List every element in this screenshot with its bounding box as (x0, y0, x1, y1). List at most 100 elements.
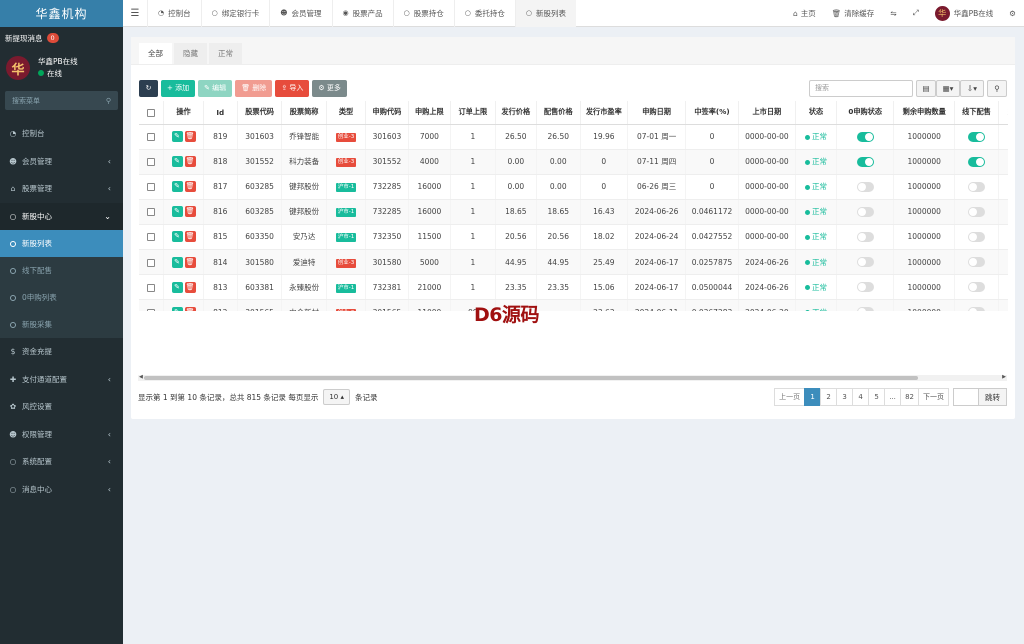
column-header[interactable]: 订单上限 (450, 101, 496, 125)
zero-sub-toggle[interactable] (856, 131, 874, 142)
delete-icon[interactable]: 🗑 (184, 206, 196, 218)
sidebar-item[interactable]: ○ 新股中心 ⌄ (0, 202, 123, 230)
advanced-search-icon[interactable]: ⚲ (987, 79, 1007, 97)
scroll-left-icon[interactable]: ◀ (139, 374, 143, 380)
row-checkbox[interactable] (147, 308, 156, 311)
fullscreen-icon[interactable]: ⤢ (905, 8, 927, 18)
delete-icon[interactable]: 🗑 (184, 281, 196, 293)
sidebar-search-input[interactable]: 搜索菜单 ⚲ (5, 91, 118, 110)
column-header[interactable]: 股票代码 (237, 101, 283, 125)
zero-sub-toggle[interactable] (856, 307, 874, 311)
top-tab[interactable]: ○ 委托持仓 (453, 0, 515, 27)
select-all-header[interactable] (139, 101, 165, 125)
delete-icon[interactable]: 🗑 (184, 131, 196, 143)
column-header[interactable]: 剩余申购数量 (893, 101, 956, 125)
edit-icon[interactable]: ✎ (171, 156, 183, 168)
sidebar-item[interactable]: ○ 消息中心 ‹ (0, 476, 123, 504)
more-button[interactable]: ⚙ 更多 (312, 79, 347, 97)
page-button[interactable]: 3 (836, 388, 854, 406)
offline-toggle[interactable] (967, 257, 985, 268)
delete-icon[interactable]: 🗑 (184, 181, 196, 193)
edit-icon[interactable]: ✎ (171, 281, 183, 293)
top-tab[interactable]: ○ 新股列表 (514, 0, 576, 27)
row-select-cell[interactable] (139, 199, 165, 225)
jump-button[interactable]: 跳转 (978, 388, 1007, 406)
row-select-cell[interactable] (139, 174, 165, 200)
top-tab[interactable]: ○ 绑定银行卡 (200, 0, 270, 27)
top-tab[interactable]: ☻ 会员管理 (269, 0, 331, 27)
scroll-thumb[interactable] (144, 376, 918, 380)
export-icon[interactable]: ⇩▾ (960, 79, 984, 97)
delete-icon[interactable]: 🗑 (184, 256, 196, 268)
tab-all[interactable]: 全部 (139, 43, 172, 64)
sidebar-subitem[interactable]: 线下配售 (0, 257, 123, 284)
horizontal-scrollbar[interactable]: ◀ ▶ (138, 374, 1007, 381)
column-header[interactable]: 申购代码 (365, 101, 409, 125)
column-header[interactable]: 申购上限 (408, 101, 452, 125)
zero-sub-toggle[interactable] (856, 156, 874, 167)
edit-icon[interactable]: ✎ (171, 181, 183, 193)
columns-icon[interactable]: ▦▾ (936, 79, 960, 97)
toggle-view-icon[interactable]: ▤ (916, 79, 936, 97)
row-select-cell[interactable] (139, 274, 165, 301)
row-select-cell[interactable] (139, 124, 165, 150)
column-header[interactable]: 剩余配售数量 (998, 101, 1008, 125)
sidebar-item[interactable]: ⌂ 股票管理 ‹ (0, 175, 123, 203)
tab-hidden[interactable]: 隐藏 (174, 43, 207, 64)
page-button[interactable]: 82 (900, 388, 919, 406)
page-size-select[interactable]: 10 ▴ (323, 389, 350, 405)
column-header[interactable]: 发行市盈率 (580, 101, 629, 125)
sidebar-item[interactable]: ◔ 控制台 (0, 120, 123, 148)
offline-toggle[interactable] (967, 231, 985, 242)
column-header[interactable]: 申购日期 (627, 101, 687, 125)
tab-normal[interactable]: 正常 (209, 43, 242, 64)
top-tab[interactable]: ◔ 控制台 (147, 0, 201, 27)
offline-toggle[interactable] (967, 131, 985, 142)
column-header[interactable]: Id (203, 101, 238, 125)
column-header[interactable]: 配售价格 (536, 101, 581, 125)
zero-sub-toggle[interactable] (856, 206, 874, 217)
row-checkbox[interactable] (147, 158, 156, 167)
menu-toggle-icon[interactable]: ☰ (123, 8, 147, 19)
page-button[interactable]: 2 (820, 388, 838, 406)
sidebar-item[interactable]: ✚ 支付通道配置 ‹ (0, 366, 123, 394)
home-link[interactable]: ⌂ 主页 (785, 8, 824, 19)
table-search-input[interactable]: 搜索 (809, 79, 913, 97)
edit-button[interactable]: ✎ 编辑 (198, 79, 233, 97)
sidebar-item[interactable]: ✿ 风控设置 (0, 393, 123, 421)
column-header[interactable]: 上市日期 (738, 101, 796, 125)
zero-sub-toggle[interactable] (856, 282, 874, 293)
sidebar-item[interactable]: ○ 系统配置 ‹ (0, 448, 123, 476)
delete-button[interactable]: 🗑 删除 (235, 79, 273, 97)
edit-icon[interactable]: ✎ (171, 206, 183, 218)
import-button[interactable]: ⇪ 导入 (275, 79, 310, 97)
row-checkbox[interactable] (147, 208, 156, 217)
column-header[interactable]: 操作 (163, 101, 204, 125)
user-menu[interactable]: 华华鑫PB在线 (927, 5, 1002, 21)
prev-page-button[interactable]: 上一页 (774, 388, 806, 406)
column-header[interactable]: 线下配售 (954, 101, 999, 125)
offline-toggle[interactable] (967, 206, 985, 217)
offline-toggle[interactable] (967, 181, 985, 192)
delete-icon[interactable]: 🗑 (184, 306, 196, 311)
zero-sub-toggle[interactable] (856, 257, 874, 268)
top-tab[interactable]: ◉ 股票产品 (331, 0, 393, 27)
offline-toggle[interactable] (967, 307, 985, 311)
row-select-cell[interactable] (139, 224, 165, 250)
row-select-cell[interactable] (139, 249, 165, 276)
sidebar-subitem[interactable]: 新股列表 (0, 230, 123, 257)
page-button[interactable]: 5 (868, 388, 886, 406)
edit-icon[interactable]: ✎ (171, 256, 183, 268)
sidebar-item[interactable]: ☻ 权限管理 ‹ (0, 421, 123, 449)
page-button[interactable]: 4 (852, 388, 870, 406)
row-checkbox[interactable] (147, 133, 156, 142)
row-select-cell[interactable] (139, 299, 165, 311)
sidebar-subitem[interactable]: 0申购列表 (0, 284, 123, 311)
column-header[interactable]: 状态 (795, 101, 838, 125)
delete-icon[interactable]: 🗑 (184, 156, 196, 168)
refresh-button[interactable]: ↻ (139, 79, 158, 97)
row-checkbox[interactable] (147, 183, 156, 192)
clear-cache-button[interactable]: 🗑 清除缓存 (824, 8, 883, 19)
delete-icon[interactable]: 🗑 (184, 231, 196, 243)
withdraw-notice[interactable]: 新提现消息 0 (0, 27, 123, 49)
